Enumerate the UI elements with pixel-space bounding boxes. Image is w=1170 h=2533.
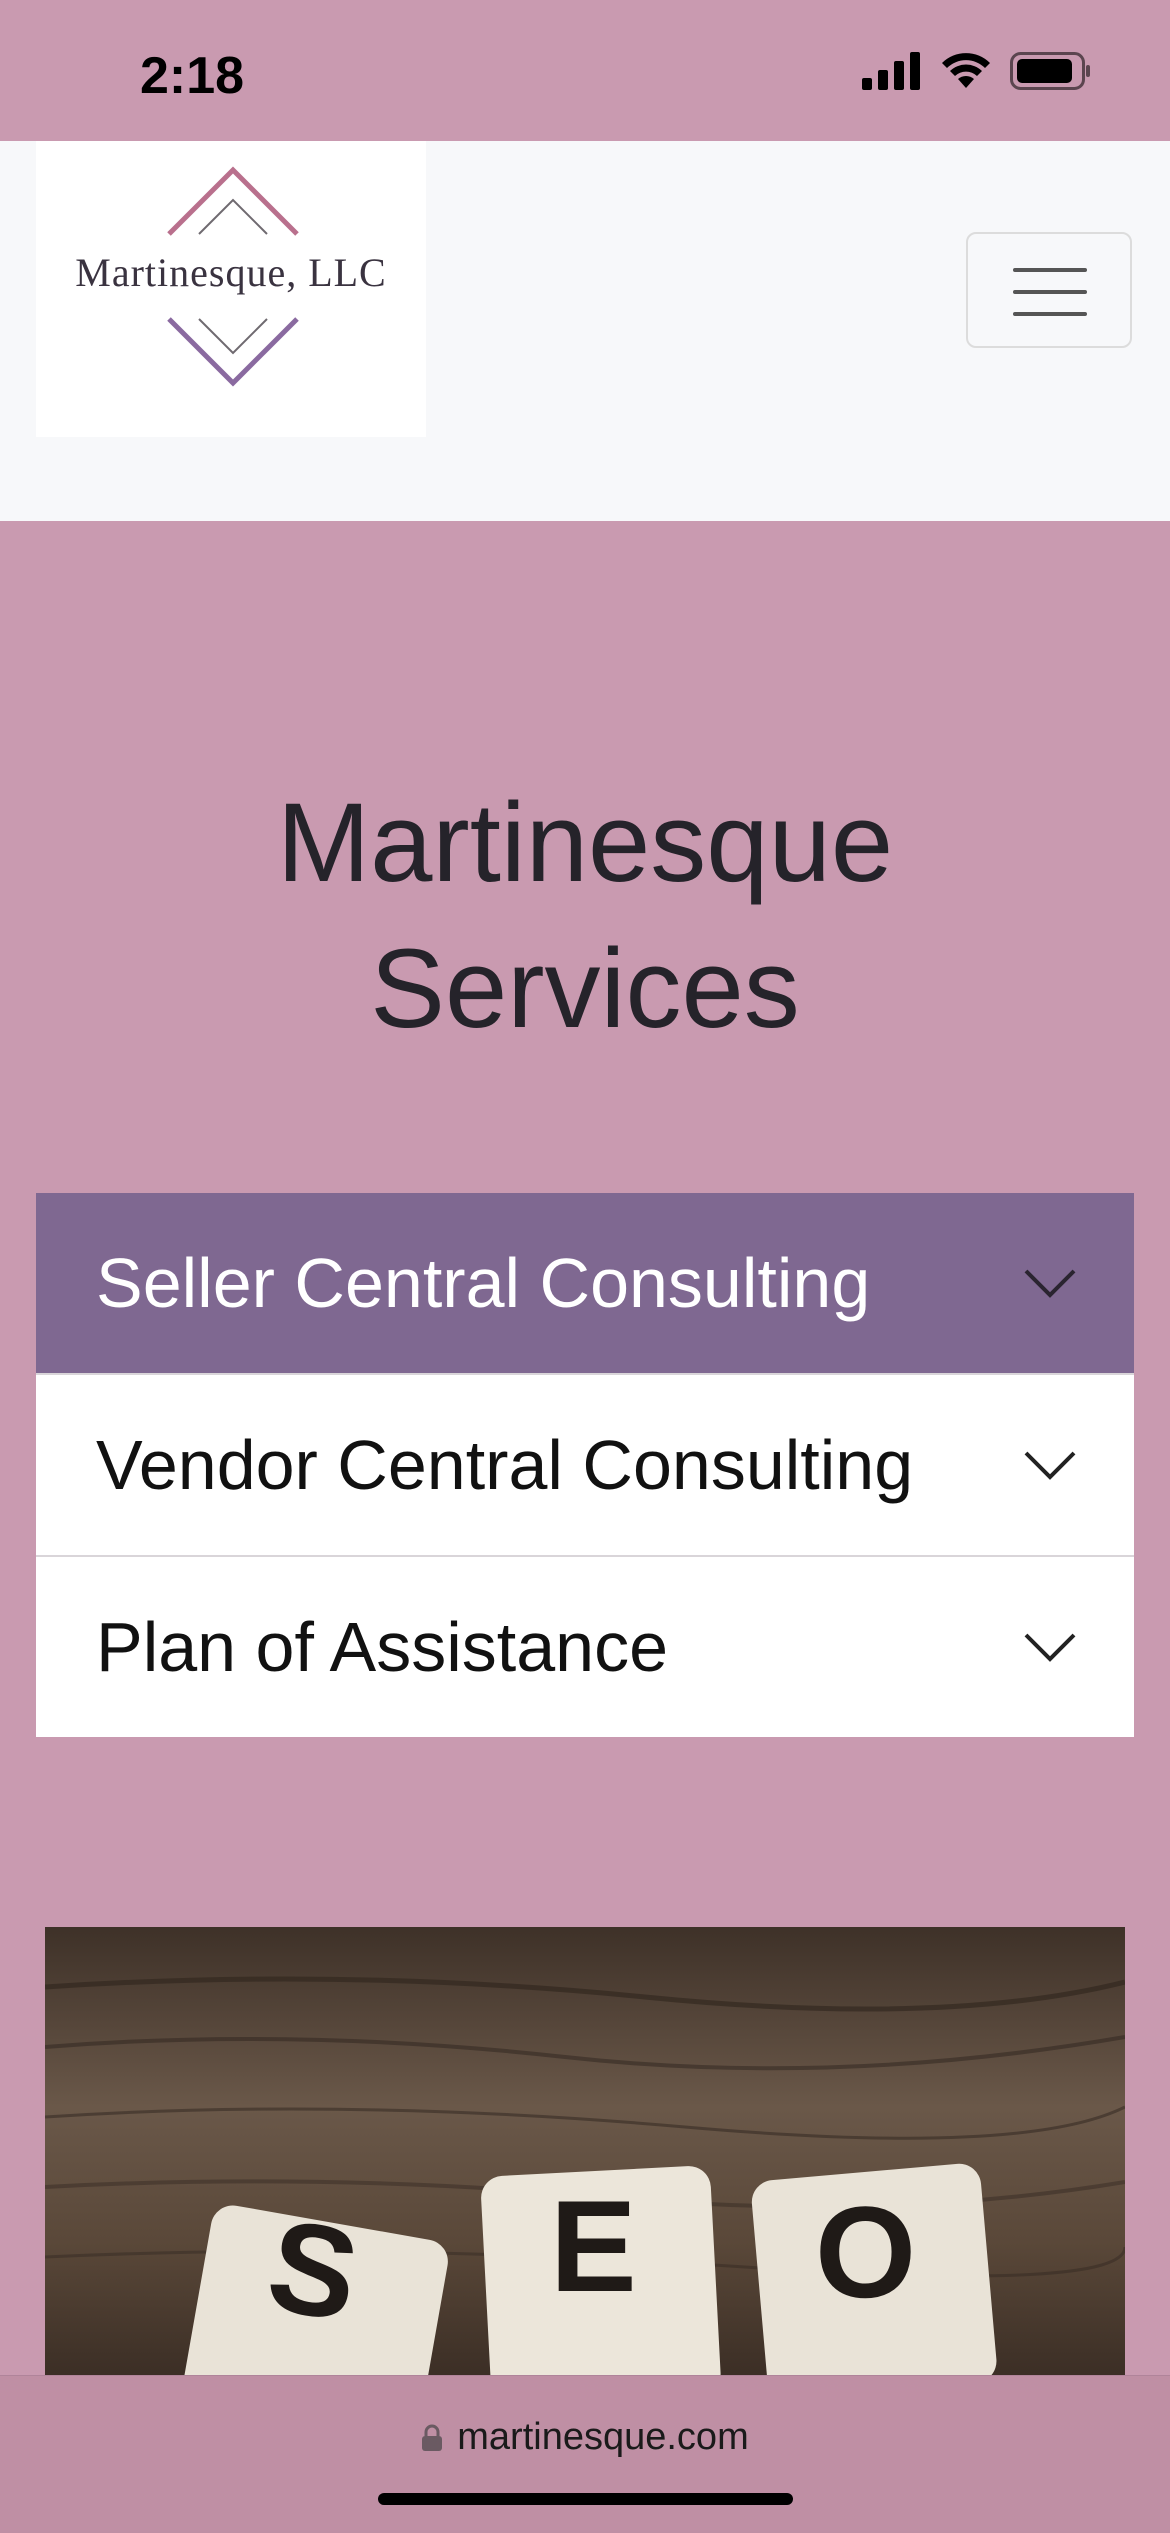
menu-toggle-button[interactable] — [966, 232, 1132, 348]
home-indicator[interactable] — [378, 2493, 793, 2505]
chevron-down-icon — [1024, 1269, 1076, 1298]
tile-letter: O — [815, 2179, 917, 2325]
services-accordion: Seller Central Consulting Vendor Central… — [36, 1193, 1134, 1737]
logo[interactable]: Martinesque, LLC — [36, 141, 426, 437]
tile-letter: E — [550, 2173, 637, 2319]
chevron-down-icon — [1024, 1451, 1076, 1480]
status-bar: 2:18 — [0, 0, 1170, 141]
battery-icon — [1010, 52, 1090, 90]
status-icons — [862, 52, 1092, 90]
browser-url-bar[interactable]: martinesque.com — [0, 2375, 1170, 2533]
seo-tiles-image: S E O — [45, 1927, 1125, 2377]
accordion-item-vendor-central[interactable]: Vendor Central Consulting — [36, 1373, 1134, 1555]
navbar: Martinesque, LLC — [0, 141, 1170, 521]
signal-icon — [862, 52, 920, 90]
accordion-item-plan-of-assistance[interactable]: Plan of Assistance — [36, 1555, 1134, 1737]
status-time: 2:18 — [140, 47, 245, 105]
wifi-icon — [942, 53, 990, 88]
url-display[interactable]: martinesque.com — [0, 2416, 1170, 2459]
accordion-item-seller-central[interactable]: Seller Central Consulting — [36, 1193, 1134, 1373]
accordion-label: Seller Central Consulting — [96, 1244, 871, 1322]
page-title: Martinesque Services — [276, 780, 894, 1051]
accordion-label: Plan of Assistance — [96, 1608, 668, 1686]
logo-text: Martinesque, LLC — [75, 250, 387, 295]
chevron-down-icon — [1024, 1633, 1076, 1662]
lock-icon — [422, 2424, 443, 2451]
accordion-label: Vendor Central Consulting — [96, 1426, 914, 1504]
url-text: martinesque.com — [457, 2416, 749, 2458]
